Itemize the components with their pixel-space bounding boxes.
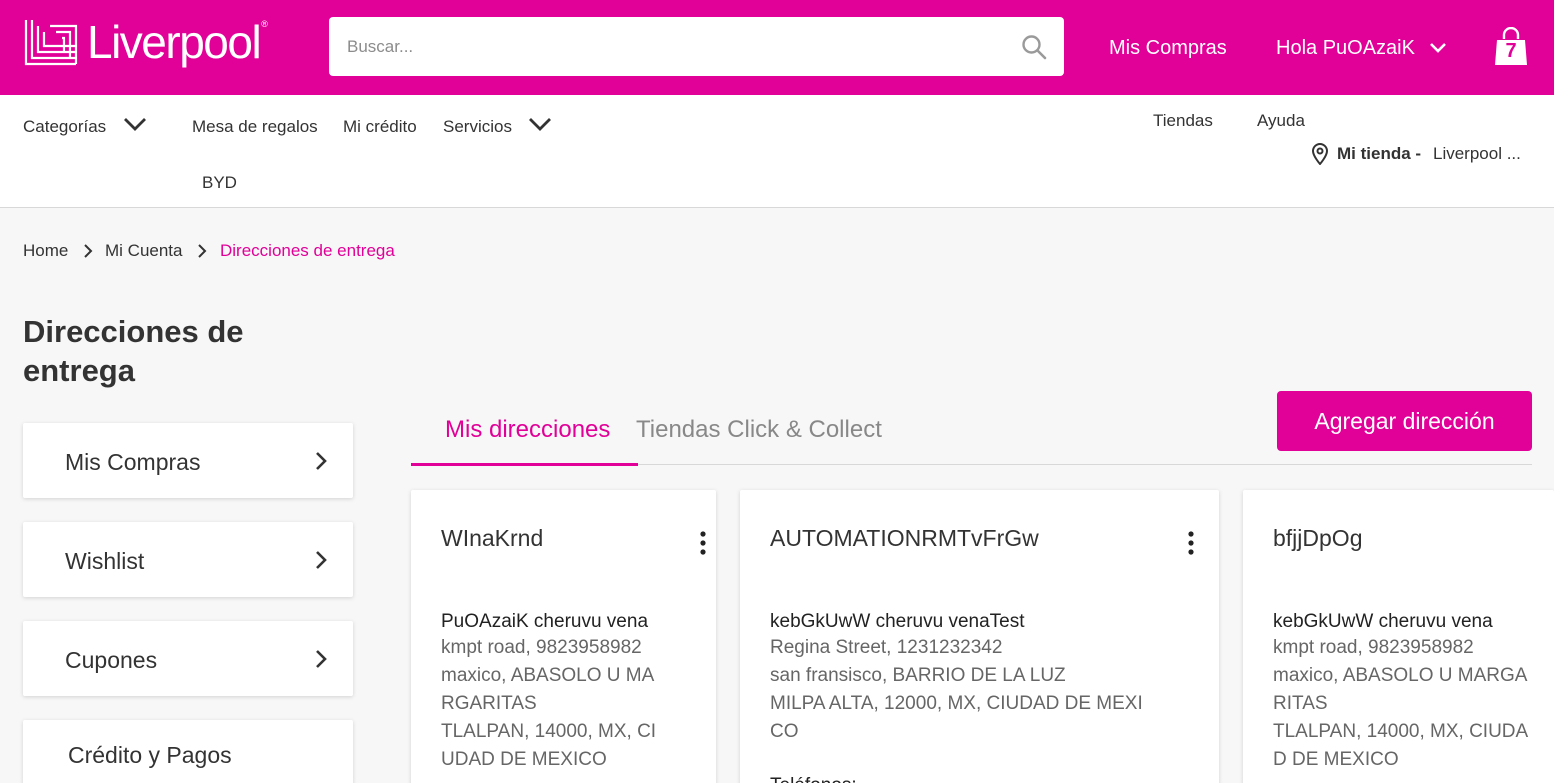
address-card: AUTOMATIONRMTvFrGw kebGkUwW cheruvu vena…: [740, 490, 1219, 783]
liverpool-logo[interactable]: Liverpool ®: [23, 17, 268, 67]
address-line: Regina Street, 1231232342: [770, 637, 1003, 658]
logo-wordmark: Liverpool: [87, 16, 262, 68]
address-line: maxico, ABASOLO U MARGA: [1273, 665, 1528, 686]
chevron-right-icon: [84, 244, 93, 258]
more-options-icon[interactable]: [1187, 530, 1195, 556]
chevron-right-icon: [316, 452, 327, 470]
account-greeting[interactable]: Hola PuOAzaiK: [1276, 36, 1415, 60]
chevron-down-icon[interactable]: [1428, 38, 1448, 58]
address-alias: WInaKrnd: [441, 525, 544, 551]
address-line: san fransisco, BARRIO DE LA LUZ: [770, 665, 1066, 686]
address-line: maxico, ABASOLO U MA: [441, 665, 655, 686]
cart-count: 7: [1505, 40, 1517, 62]
breadcrumb-home[interactable]: Home: [23, 241, 68, 261]
address-recipient: kebGkUwW cheruvu vena: [1273, 611, 1493, 632]
cart-button[interactable]: 7: [1494, 26, 1528, 67]
registered-mark: ®: [261, 19, 268, 29]
address-line: TLALPAN, 14000, MX, CI: [441, 721, 657, 742]
side-menu-label: Wishlist: [65, 548, 145, 574]
mi-tienda-label[interactable]: Mi tienda -: [1337, 144, 1421, 164]
nav-servicios[interactable]: Servicios: [443, 117, 512, 137]
address-card: WInaKrnd PuOAzaiK cheruvu vena kmpt road…: [411, 490, 716, 783]
address-recipient: PuOAzaiK cheruvu vena: [441, 611, 649, 632]
address-alias: bfjjDpOg: [1273, 525, 1363, 551]
add-address-button[interactable]: Agregar dirección: [1277, 391, 1532, 451]
address-recipient: kebGkUwW cheruvu venaTest: [770, 611, 1025, 632]
nav-mesa-regalos[interactable]: Mesa de regalos: [192, 117, 318, 137]
search-input[interactable]: [329, 17, 1009, 76]
nav-mi-credito[interactable]: Mi crédito: [343, 117, 417, 137]
active-tab-indicator: [411, 463, 638, 466]
main-nav: Categorías Mesa de regalos Mi crédito Se…: [0, 95, 1554, 208]
address-line: TLALPAN, 14000, MX, CIUDA: [1273, 721, 1529, 742]
address-phone-label: Teléfonos:: [770, 774, 857, 783]
nav-tiendas[interactable]: Tiendas: [1153, 111, 1213, 131]
location-pin-icon: [1311, 143, 1329, 165]
address-line: UDAD DE MEXICO: [441, 749, 607, 770]
address-line: kmpt road, 9823958982: [441, 637, 642, 658]
mis-compras-link[interactable]: Mis Compras: [1109, 36, 1227, 60]
chevron-right-icon: [316, 650, 327, 668]
address-line: D DE MEXICO: [1273, 749, 1399, 770]
liverpool-logo-icon: [24, 20, 78, 66]
side-menu-wishlist[interactable]: Wishlist: [23, 522, 353, 597]
top-header: Liverpool ® Mis Compras Hola PuOAzaiK 7: [0, 0, 1554, 95]
search-box: [329, 17, 1064, 76]
tab-tiendas-click-collect[interactable]: Tiendas Click & Collect: [636, 415, 882, 445]
nav-ayuda[interactable]: Ayuda: [1257, 111, 1305, 131]
mi-tienda-value[interactable]: Liverpool ...: [1433, 144, 1521, 164]
side-menu-mis-compras[interactable]: Mis Compras: [23, 423, 353, 498]
address-alias: AUTOMATIONRMTvFrGw: [770, 525, 1039, 551]
side-menu-label: Crédito y Pagos: [68, 742, 232, 768]
breadcrumb-mi-cuenta[interactable]: Mi Cuenta: [105, 241, 182, 261]
side-menu-label: Mis Compras: [65, 449, 201, 475]
search-icon[interactable]: [1020, 33, 1048, 61]
nav-categorias[interactable]: Categorías: [23, 117, 106, 137]
chevron-right-icon: [198, 244, 207, 258]
side-menu-label: Cupones: [65, 647, 158, 673]
chevron-down-icon[interactable]: [527, 115, 553, 133]
address-line: RITAS: [1273, 693, 1328, 714]
address-line: CO: [770, 721, 799, 742]
breadcrumb-current: Direcciones de entrega: [220, 241, 395, 260]
address-line: RGARITAS: [441, 693, 537, 714]
page-title: Direcciones de entrega: [23, 314, 244, 388]
chevron-right-icon: [316, 551, 327, 569]
address-line: kmpt road, 9823958982: [1273, 637, 1474, 658]
side-menu-credito-pagos[interactable]: Crédito y Pagos: [23, 720, 353, 783]
tab-mis-direcciones[interactable]: Mis direcciones: [445, 415, 610, 445]
chevron-down-icon[interactable]: [122, 115, 148, 133]
nav-byd[interactable]: BYD: [202, 173, 237, 193]
address-card: bfjjDpOg kebGkUwW cheruvu vena kmpt road…: [1243, 490, 1554, 783]
more-options-icon[interactable]: [699, 530, 707, 556]
side-menu-cupones[interactable]: Cupones: [23, 621, 353, 696]
address-line: MILPA ALTA, 12000, MX, CIUDAD DE MEXI: [770, 693, 1143, 714]
